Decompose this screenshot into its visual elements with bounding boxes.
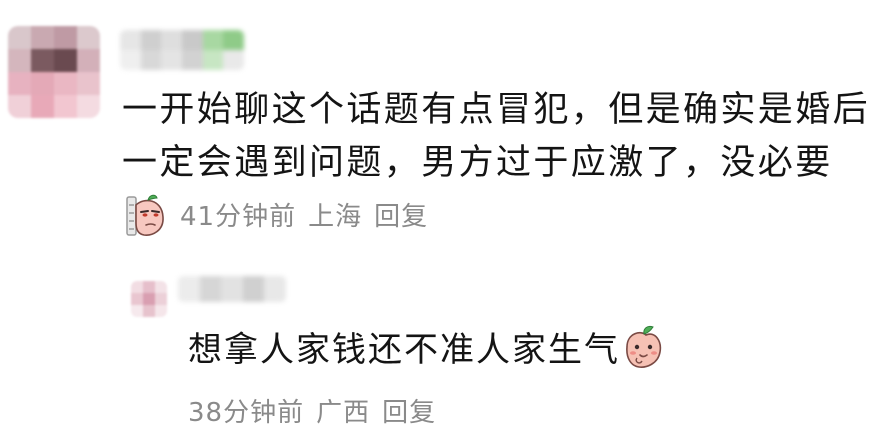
replier-username-redacted[interactable] xyxy=(178,276,286,302)
reply-text: 想拿人家钱还不准人家生气 xyxy=(188,330,620,370)
commenter-avatar[interactable] xyxy=(8,26,100,118)
reply-reply-button[interactable]: 回复 xyxy=(382,398,436,428)
comment-meta: 41分钟前 上海 回复 xyxy=(180,202,428,232)
comment-text: 一开始聊这个话题有点冒犯，但是确实是婚后一定会遇到问题，男方过于应激了，没必要 xyxy=(122,90,871,183)
commenter-username-redacted[interactable] xyxy=(120,30,244,70)
comment-location: 上海 xyxy=(308,202,363,232)
reply-time: 38分钟前 xyxy=(188,398,305,428)
reply-location: 广西 xyxy=(316,398,371,428)
comment-time: 41分钟前 xyxy=(180,202,297,232)
peeking-peach-sticker-icon xyxy=(126,193,166,253)
comment-body: 一开始聊这个话题有点冒犯，但是确实是婚后一定会遇到问题，男方过于应激了，没必要 … xyxy=(122,84,874,253)
reply-body: 想拿人家钱还不准人家生气 xyxy=(188,323,678,385)
reply-meta: 38分钟前 广西 回复 xyxy=(188,392,436,429)
peach-sticker-icon xyxy=(622,325,664,385)
replier-avatar[interactable] xyxy=(131,281,167,317)
comment-reply-button[interactable]: 回复 xyxy=(374,202,428,232)
